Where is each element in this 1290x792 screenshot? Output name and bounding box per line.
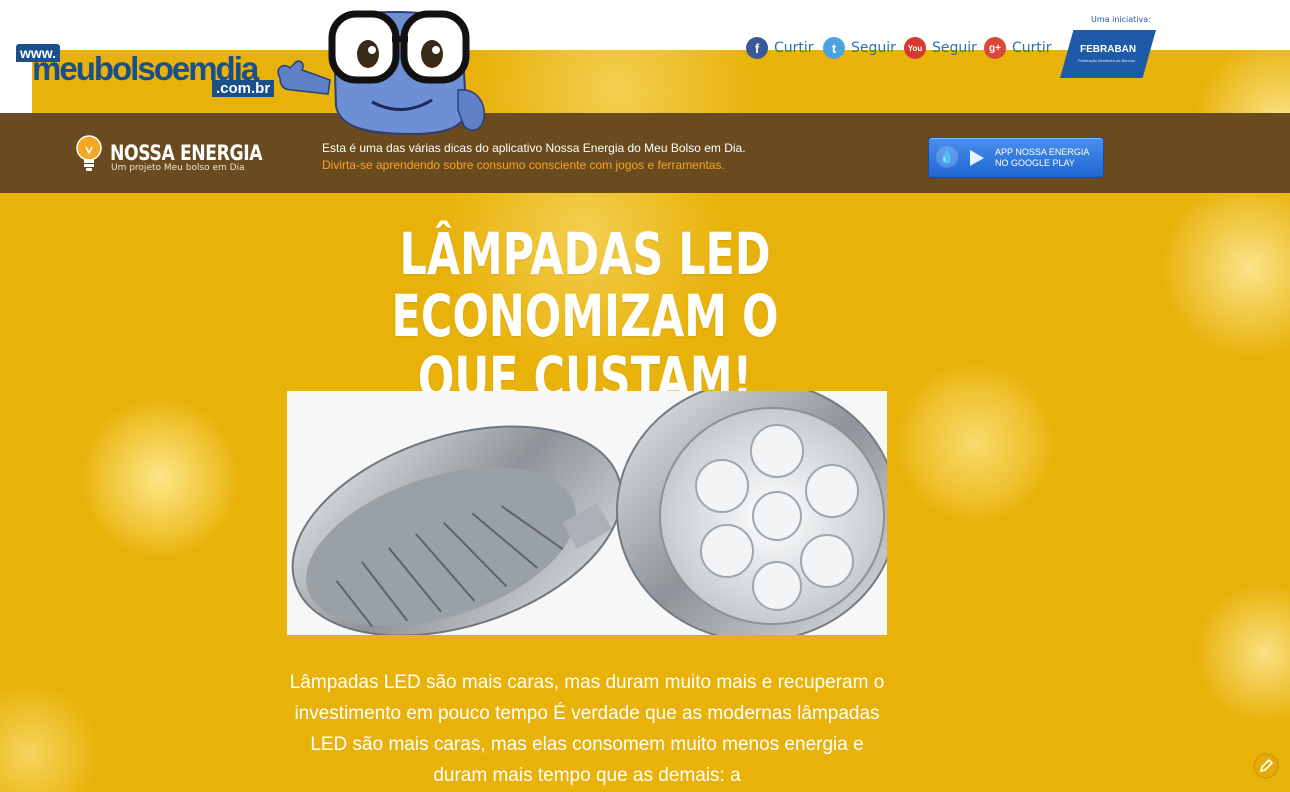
febraban-subtitle: Federação Brasileira de Bancos (1078, 58, 1135, 63)
social-youtube-link[interactable]: You Seguir (904, 36, 977, 60)
social-google-plus-link[interactable]: g+ Curtir (984, 36, 1052, 60)
article-section: LÂMPADAS LED ECONOMIZAM O QUE CUSTAM! Lâ… (0, 193, 1290, 792)
social-youtube-label: Seguir (932, 40, 977, 56)
facebook-icon: f (746, 37, 768, 59)
logo-domain-text: .com.br (212, 80, 275, 97)
banner-tip-line-2: Divirta-se aprendendo sobre consumo cons… (322, 158, 725, 172)
google-play-label-2: NO GOOGLE PLAY (995, 158, 1075, 168)
site-logo[interactable]: meubolsoemdia www. .com.br (16, 44, 1290, 649)
social-google-plus-label: Curtir (1012, 40, 1052, 56)
google-play-button[interactable]: 💧 APP NOSSA ENERGIA NO GOOGLE PLAY (928, 137, 1104, 178)
twitter-icon: t (823, 37, 845, 59)
social-twitter-label: Seguir (851, 40, 896, 56)
nossa-energia-title: NOSSA ENERGIA (110, 141, 263, 165)
social-facebook-link[interactable]: f Curtir (746, 36, 814, 60)
nossa-energia-subtitle: Um projeto Meu bolso em Dia (111, 163, 245, 173)
febraban-logo[interactable]: FEBRABAN Federação Brasileira de Bancos (1060, 30, 1156, 78)
site-header: meubolsoemdia www. .com.br f Curtir t Se… (0, 0, 1290, 649)
article-body-text: Lâmpadas LED são mais caras, mas duram m… (289, 672, 885, 786)
google-play-icon (970, 150, 984, 166)
article-headline: LÂMPADAS LED ECONOMIZAM O QUE CUSTAM! (391, 220, 779, 412)
lightbulb-icon (76, 135, 102, 171)
logo-www-text: www. (16, 44, 61, 62)
pencil-icon[interactable] (1253, 753, 1279, 779)
water-drop-icon: 💧 (936, 146, 958, 168)
social-twitter-link[interactable]: t Seguir (823, 36, 896, 60)
google-plus-icon: g+ (984, 37, 1006, 59)
youtube-icon: You (904, 37, 926, 59)
app-promo-banner: NOSSA ENERGIA Um projeto Meu bolso em Di… (0, 113, 1290, 193)
google-play-label-1: APP NOSSA ENERGIA (995, 147, 1090, 157)
social-facebook-label: Curtir (774, 40, 814, 56)
banner-tip-line-1: Esta é uma das várias dicas do aplicativ… (322, 141, 746, 155)
febraban-name: FEBRABAN (1080, 44, 1137, 55)
initiative-label: Uma iniciativa: (1091, 15, 1151, 24)
mascot-image (277, 10, 485, 136)
led-lamps-photo (287, 391, 887, 635)
